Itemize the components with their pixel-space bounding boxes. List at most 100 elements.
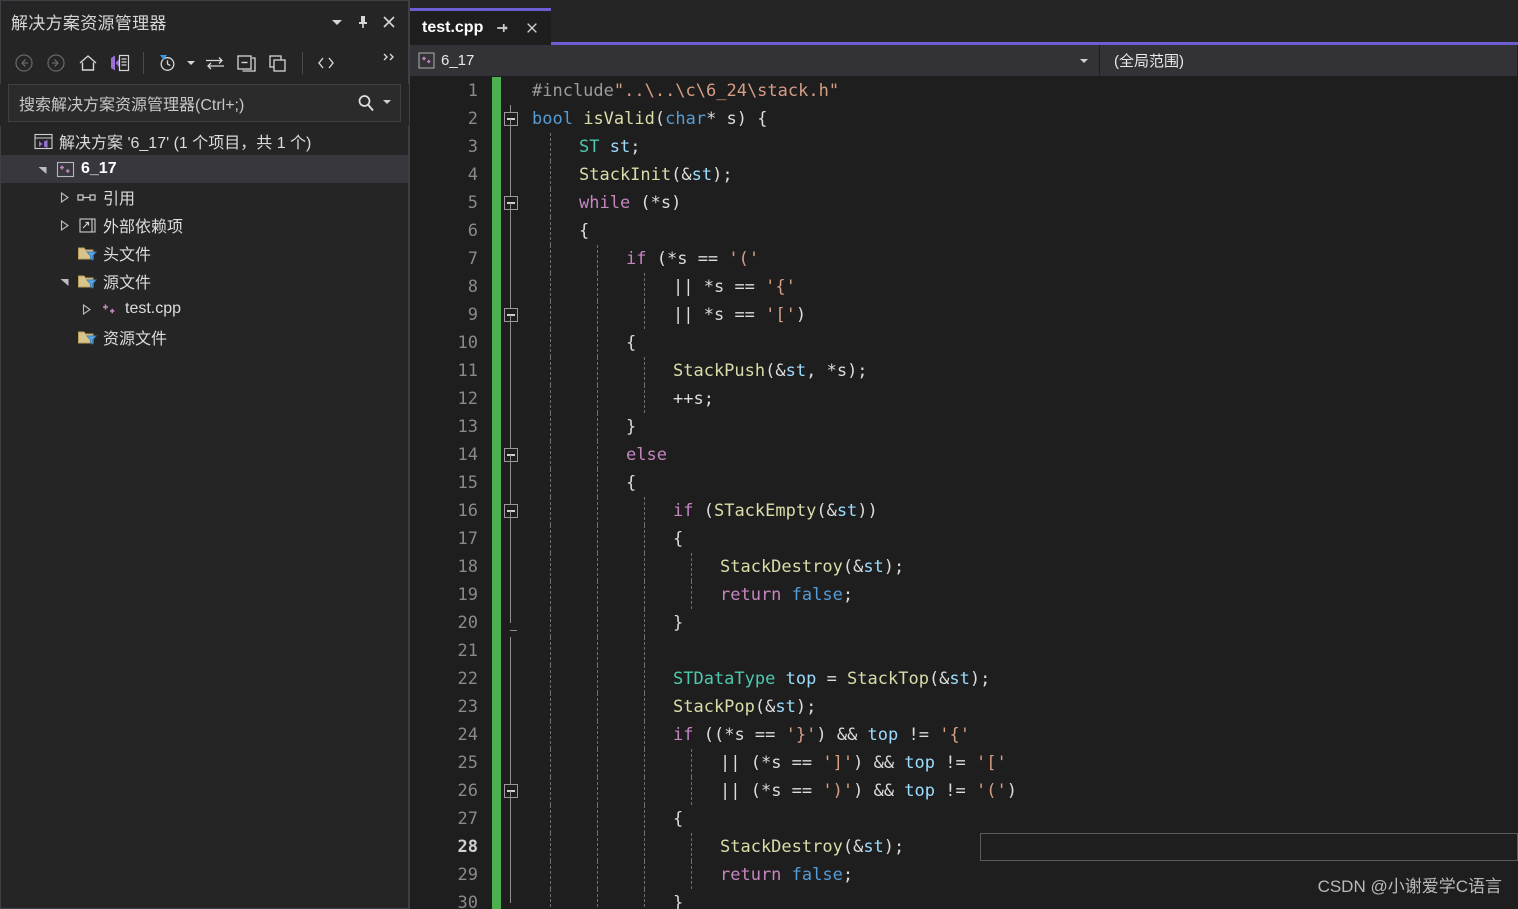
code-line-text[interactable]: StackInit(&st); [522,161,1518,189]
tab-test-cpp[interactable]: test.cpp [410,8,552,45]
code-line-9[interactable]: 9 || *s == '[') [410,301,1518,329]
solution-icon[interactable] [105,48,135,78]
tree-item-2[interactable]: 引用 [1,183,408,211]
fold-margin[interactable] [501,609,522,637]
fold-margin[interactable] [501,497,522,525]
fold-collapse-icon[interactable] [504,112,518,126]
code-line-text[interactable]: if (*s == '(' [522,245,1518,273]
chevron-down-icon[interactable] [1073,56,1095,66]
tree-expander-collapsed-icon[interactable] [53,183,75,211]
tree-item-4[interactable]: 头文件 [1,239,408,267]
pin-icon[interactable] [491,17,513,39]
code-line-19[interactable]: 19 return false; [410,581,1518,609]
fold-margin[interactable] [501,245,522,273]
code-line-21[interactable]: 21 [410,637,1518,665]
search-options-chevron-icon[interactable] [382,97,392,110]
fold-margin[interactable] [501,329,522,357]
search-input-text[interactable]: 搜索解决方案资源管理器(Ctrl+;) [19,91,356,115]
code-line-text[interactable]: || *s == '[') [522,301,1518,329]
code-line-18[interactable]: 18 StackDestroy(&st); [410,553,1518,581]
code-line-text[interactable]: StackPop(&st); [522,693,1518,721]
tree-expander-expanded-icon[interactable] [31,155,53,183]
code-line-text[interactable]: if ((*s == '}') && top != '{' [522,721,1518,749]
code-line-text[interactable]: if (STackEmpty(&st)) [522,497,1518,525]
fold-margin[interactable] [501,77,522,105]
fold-collapse-icon[interactable] [504,196,518,210]
tree-item-7[interactable]: 资源文件 [1,323,408,351]
code-line-text[interactable]: StackPush(&st, *s); [522,357,1518,385]
code-line-text[interactable]: } [522,413,1518,441]
tree-item-1[interactable]: 6_17 [1,155,408,183]
fold-collapse-icon[interactable] [504,448,518,462]
code-line-11[interactable]: 11 StackPush(&st, *s); [410,357,1518,385]
fold-margin[interactable] [501,581,522,609]
fold-margin[interactable] [501,553,522,581]
fold-margin[interactable] [501,833,522,861]
code-line-30[interactable]: 30} [410,889,1518,909]
fold-margin[interactable] [501,665,522,693]
fold-margin[interactable] [501,133,522,161]
code-line-text[interactable]: || (*s == ']') && top != '[' [522,749,1518,777]
code-line-17[interactable]: 17 { [410,525,1518,553]
fold-margin[interactable] [501,161,522,189]
back-icon[interactable] [9,48,39,78]
pin-icon[interactable] [350,9,376,35]
code-line-text[interactable]: { [522,805,1518,833]
code-line-29[interactable]: 29 return false; [410,861,1518,889]
code-line-12[interactable]: 12 ++s; [410,385,1518,413]
forward-icon[interactable] [41,48,71,78]
fold-margin[interactable] [501,749,522,777]
scope-dropdown[interactable]: (全局范围) [1100,45,1518,76]
fold-margin[interactable] [501,469,522,497]
code-line-23[interactable]: 23 StackPop(&st); [410,693,1518,721]
fold-margin[interactable] [501,777,522,805]
fold-margin[interactable] [501,217,522,245]
fold-margin[interactable] [501,385,522,413]
code-line-26[interactable]: 26 || (*s == ')') && top != '(') [410,777,1518,805]
properties-icon[interactable] [264,48,294,78]
fold-margin[interactable] [501,441,522,469]
search-input[interactable]: 搜索解决方案资源管理器(Ctrl+;) [8,84,401,122]
code-line-text[interactable]: ++s; [522,385,1518,413]
code-line-text[interactable]: else [522,441,1518,469]
code-line-text[interactable]: ST st; [522,133,1518,161]
pending-changes-dropdown-icon[interactable] [184,48,198,78]
code-line-text[interactable]: { [522,525,1518,553]
code-line-13[interactable]: 13} [410,413,1518,441]
code-line-28[interactable]: 28 StackDestroy(&st); [410,833,1518,861]
code-line-5[interactable]: 5 while (*s) [410,189,1518,217]
code-line-text[interactable] [522,637,1518,665]
fold-margin[interactable] [501,189,522,217]
code-line-3[interactable]: 3 ST st; [410,133,1518,161]
chevron-down-icon[interactable] [324,9,350,35]
code-line-text[interactable]: } [522,889,1518,909]
code-line-22[interactable]: 22 STDataType top = StackTop(&st); [410,665,1518,693]
pending-changes-icon[interactable] [152,48,182,78]
code-line-text[interactable]: bool isValid(char* s) { [522,105,1518,133]
code-line-20[interactable]: 20} [410,609,1518,637]
code-line-27[interactable]: 27 { [410,805,1518,833]
fold-margin[interactable] [501,357,522,385]
fold-margin[interactable] [501,805,522,833]
project-dropdown[interactable]: 6_17 [410,45,1100,76]
code-line-text[interactable]: { [522,217,1518,245]
code-line-2[interactable]: 2 bool isValid(char* s) { [410,105,1518,133]
tree-expander-collapsed-icon[interactable] [75,295,97,323]
toolbar-overflow-icon[interactable] [380,48,400,78]
code-line-text[interactable]: { [522,329,1518,357]
code-line-10[interactable]: 10 { [410,329,1518,357]
close-icon[interactable] [521,17,543,39]
code-line-24[interactable]: 24 if ((*s == '}') && top != '{' [410,721,1518,749]
code-line-text[interactable]: StackDestroy(&st); [522,833,1518,861]
code-line-7[interactable]: 7 if (*s == '(' [410,245,1518,273]
code-line-text[interactable]: } [522,609,1518,637]
tree-item-6[interactable]: test.cpp [1,295,408,323]
fold-collapse-icon[interactable] [504,784,518,798]
fold-margin[interactable] [501,105,522,133]
fold-margin[interactable] [501,525,522,553]
code-line-text[interactable]: || (*s == ')') && top != '(') [522,777,1518,805]
code-line-4[interactable]: 4 StackInit(&st); [410,161,1518,189]
code-line-15[interactable]: 15 { [410,469,1518,497]
search-icon[interactable] [356,93,376,113]
fold-margin[interactable] [501,721,522,749]
